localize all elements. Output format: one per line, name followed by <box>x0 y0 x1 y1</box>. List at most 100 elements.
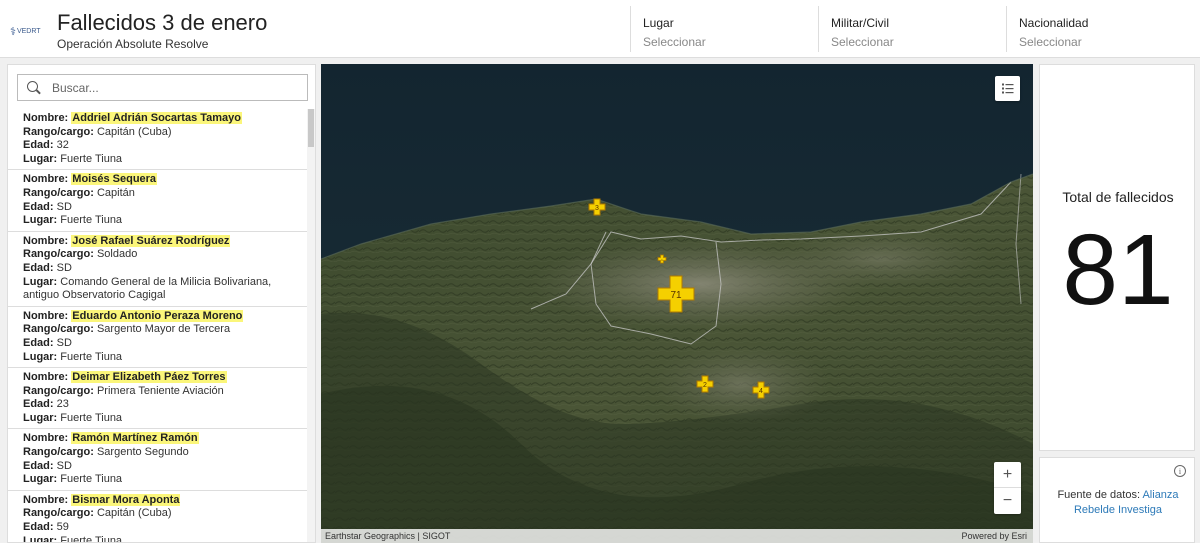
search-box[interactable] <box>17 74 308 101</box>
field-label: Rango/cargo: <box>23 248 94 261</box>
field-value: Fuerte Tiuna <box>60 350 123 363</box>
item-field-age: Edad: SD <box>23 201 308 215</box>
item-field-age: Edad: 59 <box>23 521 308 535</box>
list-item[interactable]: Nombre: Eduardo Antonio Peraza Moreno Ran… <box>8 307 308 369</box>
logo-text: VEDRT <box>16 27 41 35</box>
filter-select[interactable]: Seleccionar <box>643 35 818 49</box>
item-field-place: Lugar: Comando General de la Milicia Bol… <box>23 276 308 303</box>
item-field-age: Edad: SD <box>23 460 308 474</box>
item-field-place: Lugar: Fuerte Tiuna <box>23 214 308 228</box>
filter-nacionalidad[interactable]: Nacionalidad Seleccionar <box>1006 6 1200 52</box>
item-field-rank: Rango/cargo: Soldado <box>23 248 308 262</box>
field-value: Capitán (Cuba) <box>96 507 172 520</box>
victims-list: Nombre: Addriel Adrián Socartas Tamayo Ra… <box>8 109 308 543</box>
field-value: 59 <box>56 521 69 534</box>
logo-mark-icon: ⚕ <box>10 25 16 38</box>
powered-by-link[interactable]: Powered by Esri <box>961 529 1027 543</box>
marker-label: 2 <box>703 382 707 389</box>
field-label: Rango/cargo: <box>23 323 94 336</box>
field-value: Fuerte Tiuna <box>60 534 123 543</box>
marker-2[interactable]: 2 <box>696 375 714 393</box>
search-input[interactable] <box>52 79 302 97</box>
field-value: Bismar Mora Aponta <box>71 493 181 506</box>
scrollbar-thumb[interactable] <box>308 109 314 147</box>
zoom-in-button[interactable]: + <box>994 462 1021 488</box>
source-prefix: Fuente de datos: <box>1057 489 1143 501</box>
marker-71[interactable]: 71 <box>657 275 695 313</box>
field-label: Lugar: <box>23 473 58 486</box>
field-label: Nombre: <box>23 371 69 384</box>
item-field-rank: Rango/cargo: Sargento Segundo <box>23 446 308 460</box>
info-icon[interactable]: i <box>1174 465 1186 477</box>
victims-list-panel: Nombre: Addriel Adrián Socartas TamayoRa… <box>7 64 316 543</box>
field-value: Moisés Sequera <box>71 173 158 186</box>
item-field-age: Edad: SD <box>23 262 308 276</box>
filter-militar-civil[interactable]: Militar/Civil Seleccionar <box>818 6 1006 52</box>
field-value: SD <box>56 200 72 213</box>
item-field-name: Nombre: Addriel Adrián Socartas Tamayo <box>23 112 308 126</box>
field-value: Fuerte Tiuna <box>60 152 123 165</box>
field-label: Nombre: <box>23 432 69 445</box>
field-value: Capitán (Cuba) <box>96 125 172 138</box>
attribution-text: Earthstar Geographics | SIGOT <box>325 531 451 541</box>
list-item[interactable]: Nombre: Moisés Sequera Rango/cargo: Capit… <box>8 170 308 232</box>
field-value: 32 <box>56 139 69 152</box>
list-item[interactable]: Nombre: Bismar Mora Aponta Rango/cargo: C… <box>8 491 308 543</box>
logo: ⚕ VEDRT <box>10 23 50 39</box>
item-field-age: Edad: 32 <box>23 139 308 153</box>
field-label: Lugar: <box>23 152 58 165</box>
scrollbar-track[interactable] <box>307 109 315 542</box>
field-label: Rango/cargo: <box>23 446 94 459</box>
field-value: José Rafael Suárez Rodríguez <box>71 234 231 247</box>
field-value: Fuerte Tiuna <box>60 214 123 227</box>
filter-label: Militar/Civil <box>831 16 889 30</box>
item-field-place: Lugar: Fuerte Tiuna <box>23 153 308 167</box>
total-value: 81 <box>1062 214 1174 326</box>
item-field-name: Nombre: Ramón Martínez Ramón <box>23 432 308 446</box>
marker-4[interactable]: 4 <box>752 381 770 399</box>
item-field-name: Nombre: José Rafael Suárez Rodríguez <box>23 234 308 249</box>
list-item[interactable]: Nombre: José Rafael Suárez Rodríguez Rang… <box>8 232 308 307</box>
field-label: Nombre: <box>23 112 69 124</box>
field-value: Deimar Elizabeth Páez Torres <box>71 371 227 384</box>
zoom-out-button[interactable]: − <box>994 488 1021 514</box>
dashboard-header: ⚕ VEDRT Fallecidos 3 de enero Operación … <box>0 0 1200 58</box>
field-label: Lugar: <box>23 350 58 363</box>
field-label: Rango/cargo: <box>23 125 94 138</box>
marker-1[interactable]: 1 <box>657 254 667 264</box>
item-field-rank: Rango/cargo: Sargento Mayor de Tercera <box>23 323 308 337</box>
page-subtitle: Operación Absolute Resolve <box>57 37 209 51</box>
field-value: Sargento Segundo <box>96 446 189 459</box>
item-field-name: Nombre: Deimar Elizabeth Páez Torres <box>23 371 308 385</box>
markers-layer: 3 1 71 2 4 <box>588 198 770 399</box>
field-label: Lugar: <box>23 534 58 543</box>
filter-label: Lugar <box>643 16 674 30</box>
item-field-place: Lugar: Fuerte Tiuna <box>23 473 308 487</box>
filter-select[interactable]: Seleccionar <box>831 35 1006 49</box>
field-value: Ramón Martínez Ramón <box>71 432 199 445</box>
field-value: Fuerte Tiuna <box>60 411 123 424</box>
field-label: Edad: <box>23 139 54 152</box>
zoom-control: + − <box>994 462 1021 514</box>
marker-label: 3 <box>595 205 599 212</box>
field-label: Lugar: <box>23 411 58 424</box>
filter-lugar[interactable]: Lugar Seleccionar <box>630 6 818 52</box>
item-field-age: Edad: SD <box>23 337 308 351</box>
field-label: Edad: <box>23 521 54 534</box>
item-field-rank: Rango/cargo: Capitán <box>23 187 308 201</box>
legend-button[interactable] <box>995 76 1020 101</box>
list-item[interactable]: Nombre: Ramón Martínez Ramón Rango/cargo:… <box>8 429 308 491</box>
item-field-age: Edad: 23 <box>23 398 308 412</box>
marker-label: 71 <box>670 290 682 301</box>
marker-3[interactable]: 3 <box>588 198 606 216</box>
list-item[interactable]: Nombre: Addriel Adrián Socartas Tamayo Ra… <box>8 109 308 171</box>
filter-select[interactable]: Seleccionar <box>1019 35 1200 49</box>
total-panel: Total de fallecidos 81 <box>1039 64 1195 451</box>
field-label: Nombre: <box>23 309 69 322</box>
field-value: Sargento Mayor de Tercera <box>96 323 231 336</box>
page-title: Fallecidos 3 de enero <box>57 10 268 35</box>
list-item[interactable]: Nombre: Deimar Elizabeth Páez Torres Rang… <box>8 368 308 430</box>
item-field-place: Lugar: Fuerte Tiuna <box>23 351 308 365</box>
map-view[interactable]: 3 1 71 2 4 + − Earthstar Geographics | S… <box>321 64 1033 543</box>
field-value: Soldado <box>96 248 138 261</box>
